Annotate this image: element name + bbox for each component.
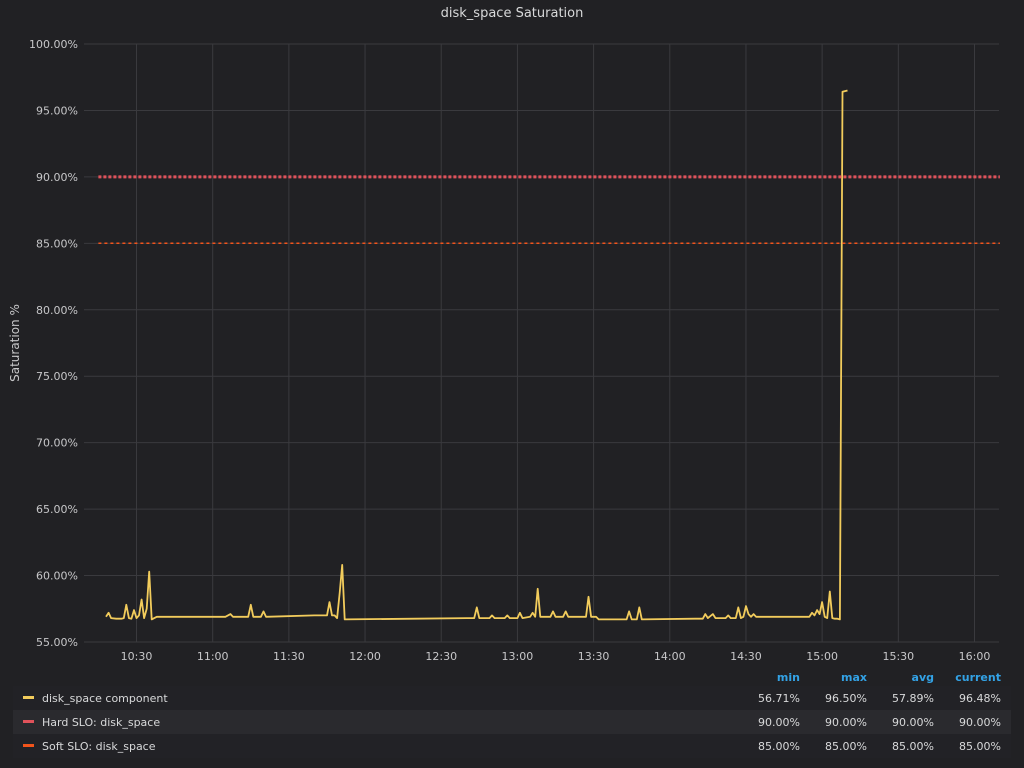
x-tick-label: 15:30 — [882, 650, 914, 663]
series-color-swatch[interactable] — [23, 744, 34, 747]
x-tick-label: 14:30 — [730, 650, 762, 663]
legend-min-value: 56.71% — [743, 686, 810, 710]
legend-header-min[interactable]: min — [743, 668, 810, 686]
y-tick-label: 70.00% — [36, 437, 78, 450]
legend-max-value: 96.50% — [810, 686, 877, 710]
y-axis-label: Saturation % — [8, 304, 22, 382]
series-color-swatch[interactable] — [23, 696, 34, 699]
legend-header-max[interactable]: max — [810, 668, 877, 686]
x-tick-label: 12:00 — [349, 650, 381, 663]
legend-current-value: 85.00% — [944, 734, 1011, 758]
legend-current-value: 96.48% — [944, 686, 1011, 710]
x-tick-label: 11:30 — [273, 650, 305, 663]
legend-avg-value: 85.00% — [877, 734, 944, 758]
legend-max-value: 85.00% — [810, 734, 877, 758]
y-tick-label: 55.00% — [36, 636, 78, 649]
y-tick-label: 85.00% — [36, 237, 78, 250]
legend-row-soft-slo[interactable]: Soft SLO: disk_space 85.00% 85.00% 85.00… — [13, 734, 1011, 758]
x-tick-label: 13:00 — [502, 650, 534, 663]
x-tick-label: 11:00 — [197, 650, 229, 663]
x-tick-label: 14:00 — [654, 650, 686, 663]
y-tick-label: 60.00% — [36, 570, 78, 583]
legend-series-label[interactable]: Hard SLO: disk_space — [42, 716, 160, 729]
legend-series-name[interactable]: Soft SLO: disk_space — [13, 734, 743, 758]
y-tick-label: 100.00% — [29, 38, 78, 51]
legend-min-value: 90.00% — [743, 710, 810, 734]
y-tick-label: 80.00% — [36, 304, 78, 317]
legend-header-avg[interactable]: avg — [877, 668, 944, 686]
x-tick-label: 12:30 — [425, 650, 457, 663]
y-tick-label: 95.00% — [36, 104, 78, 117]
x-tick-label: 15:00 — [806, 650, 838, 663]
legend-avg-value: 57.89% — [877, 686, 944, 710]
legend-row-component[interactable]: disk_space component 56.71% 96.50% 57.89… — [13, 686, 1011, 710]
legend-series-label[interactable]: Soft SLO: disk_space — [42, 740, 156, 753]
y-tick-label: 90.00% — [36, 171, 78, 184]
graph-panel: disk_space Saturation 55.00% 60.00% 65.00%… — [0, 0, 1024, 768]
series-color-swatch[interactable] — [23, 720, 34, 723]
legend-avg-value: 90.00% — [877, 710, 944, 734]
legend-header-current[interactable]: current — [944, 668, 1011, 686]
legend-current-value: 90.00% — [944, 710, 1011, 734]
x-tick-label: 10:30 — [121, 650, 153, 663]
legend-min-value: 85.00% — [743, 734, 810, 758]
legend-table: min max avg current disk_space component… — [13, 668, 1011, 758]
legend-row-hard-slo[interactable]: Hard SLO: disk_space 90.00% 90.00% 90.00… — [13, 710, 1011, 734]
legend-header-name — [13, 668, 743, 686]
series-line-disk-space-component — [105, 89, 848, 621]
x-tick-label: 13:30 — [578, 650, 610, 663]
legend-max-value: 90.00% — [810, 710, 877, 734]
chart-area[interactable]: 55.00% 60.00% 65.00% 70.00% 75.00% 80.00% 85.0… — [0, 0, 1024, 668]
legend-header-row: min max avg current — [13, 668, 1011, 686]
legend-series-name[interactable]: Hard SLO: disk_space — [13, 710, 743, 734]
legend-series-label[interactable]: disk_space component — [42, 692, 168, 705]
y-tick-label: 75.00% — [36, 370, 78, 383]
x-tick-label: 16:00 — [959, 650, 991, 663]
legend-series-name[interactable]: disk_space component — [13, 686, 743, 710]
y-tick-label: 65.00% — [36, 503, 78, 516]
